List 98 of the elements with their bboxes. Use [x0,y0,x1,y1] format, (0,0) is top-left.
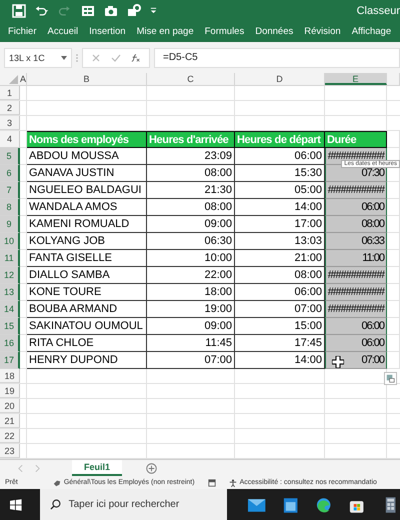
add-sheet-icon[interactable] [146,462,158,474]
ribbon-tab[interactable]: Insertion [89,26,126,37]
window-title: Classeur [356,4,400,17]
row-header[interactable]: 1 [0,86,20,100]
table-cell: DIALLO SAMBA [27,267,147,284]
ribbon-tab[interactable]: Données [255,26,294,37]
row-header[interactable]: 21 [0,414,20,428]
row-header[interactable]: 9 [0,216,20,234]
row-header[interactable]: 16 [0,335,20,352]
accessibility-icon[interactable] [228,478,237,487]
row-header[interactable]: 4 [0,131,20,148]
row-header[interactable]: 18 [0,369,20,384]
form-icon[interactable] [81,4,95,18]
row-header[interactable]: 7 [0,182,20,200]
row-header[interactable]: 11 [0,250,20,268]
table-cell: 07:00 [147,352,235,370]
row-header[interactable]: 12 [0,267,20,284]
table-cell: 10:00 [147,250,235,268]
row-header[interactable]: 5 [0,148,20,166]
table-cell: 08:00 [147,165,235,182]
table-cell: NGUELEO BALDAGUI [27,182,147,200]
table-cell: 22:00 [147,267,235,284]
ribbon-tab[interactable]: Révision [304,26,341,37]
ribbon-tab[interactable]: Affichage [352,26,392,37]
column-header[interactable]: B [27,73,147,86]
function-icon[interactable] [131,52,141,63]
table-cell: 21:30 [147,182,235,200]
search-icon [50,499,61,510]
header-cell: Heures d'arrivée [147,131,235,148]
row-header[interactable]: 22 [0,429,20,444]
table-cell: KOLYANG JOB [27,233,147,250]
table-cell: GANAVA JUSTIN [27,165,147,182]
table-cell: 09:00 [147,318,235,336]
table-cell: 18:00 [147,284,235,302]
table-cell: 09:00 [147,216,235,234]
undo-icon[interactable] [35,4,49,18]
label-icon [52,478,61,487]
name-box[interactable]: 13L x 1C [4,48,72,68]
customize-caret-icon[interactable] [150,7,157,14]
header-cell: Heures de départ [235,131,325,148]
table-cell: 06:00 [325,318,387,336]
table-cell: ########### [325,301,387,318]
row-header[interactable]: 10 [0,233,20,250]
camera-icon[interactable] [104,4,118,18]
table-cell: FANTA GISELLE [27,250,147,268]
table-cell: RITA CHLOE [27,335,147,352]
row-header[interactable]: 2 [0,101,20,116]
header-cell: Durée [325,131,387,148]
ribbon-tab[interactable]: Accueil [48,26,78,37]
table-cell: ########### [325,267,387,284]
sheet-tab[interactable]: Feuil1 [72,460,122,476]
start-icon[interactable] [10,498,22,510]
ribbon-tab[interactable]: Fichier [8,26,37,37]
table-cell: 08:00 [325,216,387,234]
ribbon-tab[interactable]: Formules [204,26,244,37]
table-cell: ########### [325,182,387,200]
row-header[interactable]: 14 [0,301,20,318]
column-header[interactable]: E [325,73,387,86]
table-cell: 06:00 [325,199,387,216]
column-header[interactable]: A [20,73,27,86]
save-icon[interactable] [12,4,26,18]
table-cell: 23:09 [147,148,235,166]
row-header[interactable]: 17 [0,352,20,370]
table-cell: BOUBA ARMAND [27,301,147,318]
row-header[interactable]: 6 [0,165,20,182]
table-cell: 11:00 [325,250,387,268]
column-header[interactable]: C [147,73,235,86]
table-cell: 08:00 [147,199,235,216]
row-header[interactable]: 8 [0,199,20,216]
table-cell: 06:33 [325,233,387,250]
table-cell: 19:00 [147,301,235,318]
table-cell: ABDOU MOUSSA [27,148,147,166]
row-header[interactable]: 3 [0,116,20,130]
mail-icon[interactable] [247,496,267,512]
taskbar-search-field[interactable]: Taper ici pour rechercher [40,489,228,520]
table-cell: HENRY DUPOND [27,352,147,370]
display-icon[interactable] [208,478,216,487]
table-cell: WANDALA AMOS [27,199,147,216]
paste-options-icon[interactable] [384,372,397,386]
row-header[interactable]: 23 [0,444,20,458]
row-header[interactable]: 20 [0,399,20,414]
table-cell: 07:00 [325,352,387,370]
row-header[interactable]: 19 [0,384,20,398]
browser-icon[interactable] [314,496,334,512]
ribbon-tab[interactable]: Mise en page [136,26,194,37]
table-cell: ########### [325,284,387,302]
table-cell: KONE TOURE [27,284,147,302]
table-cell: 06:00 [325,335,387,352]
cursor-icon [332,356,344,368]
redo-icon [58,4,72,18]
formula-field[interactable]: =D5-C5 [154,48,400,68]
header-cell: Noms des employés [27,131,147,148]
row-header[interactable]: 15 [0,318,20,336]
table-cell: KAMENI ROMUALD [27,216,147,234]
row-header[interactable]: 13 [0,284,20,302]
table-cell: 11:45 [147,335,235,352]
table-cell: SAKINATOU OUMOUL [27,318,147,336]
table-cell: 06:30 [147,233,235,250]
